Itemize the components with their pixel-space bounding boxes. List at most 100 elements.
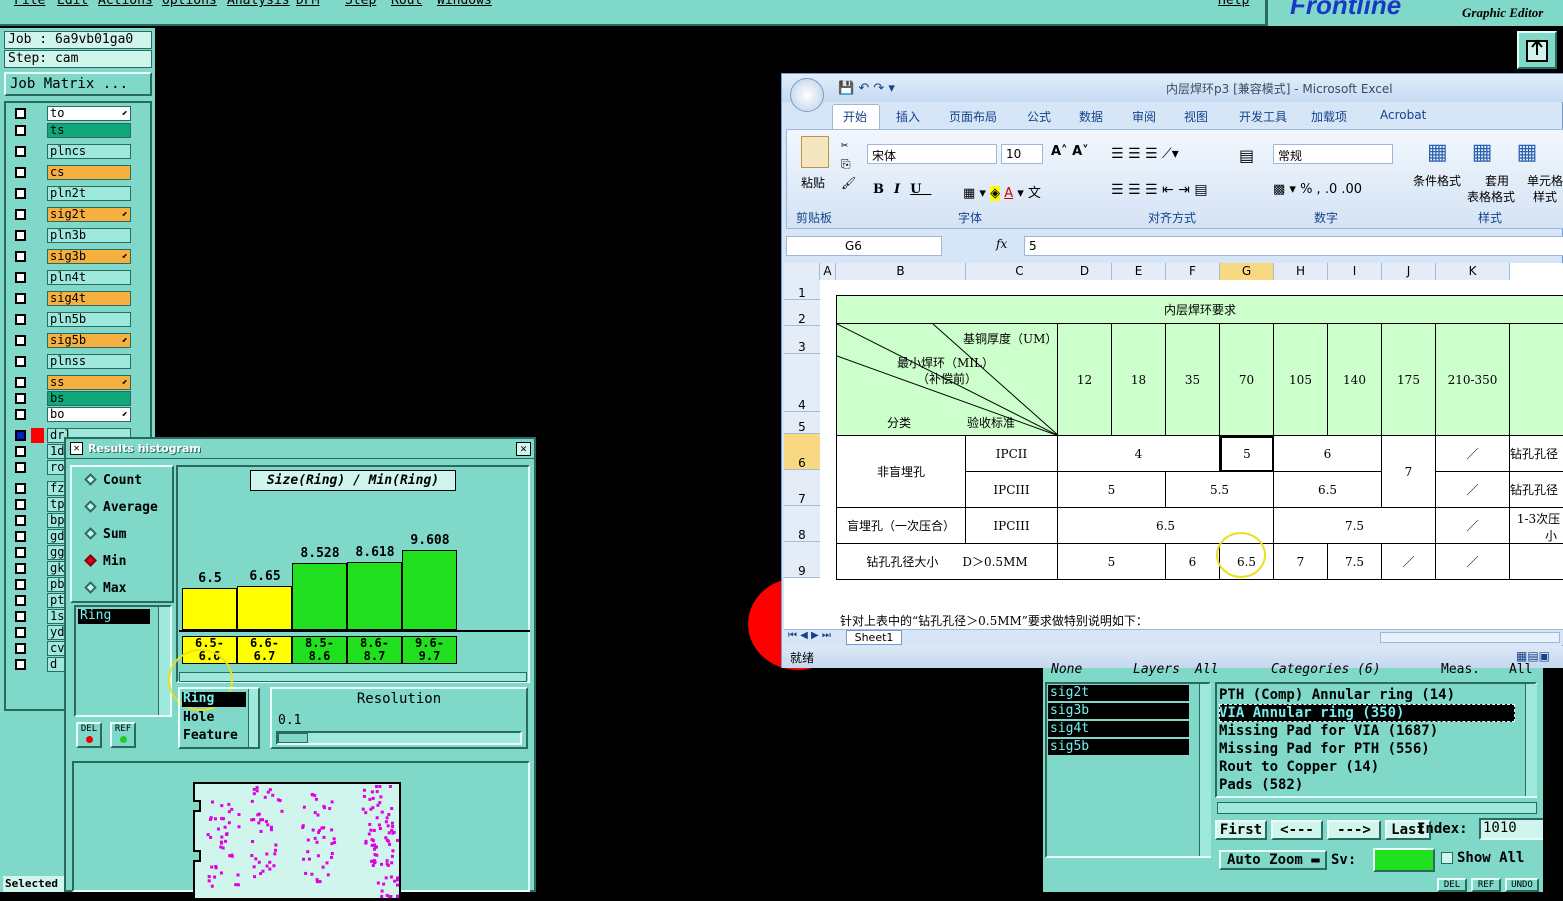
layer-row-pln4t[interactable]: pln4t [13, 269, 131, 286]
thickness-cell[interactable]: 12 [1058, 324, 1112, 436]
menu-file[interactable]: File [14, 0, 45, 8]
mode-ring[interactable]: Ring [182, 692, 246, 707]
ipc3-blind-cell[interactable]: IPCIII [966, 508, 1058, 544]
layer-row-pln3b[interactable]: pln3b [13, 227, 131, 244]
rpanel-ref-button[interactable]: REF [1471, 878, 1501, 892]
category-4[interactable]: Rout to Copper (14) [1219, 759, 1379, 775]
ribbon-tab[interactable]: 数据 [1079, 108, 1103, 125]
drill-size-cell[interactable]: 钻孔孔径大小 D＞0.5MM [836, 544, 1058, 580]
layer-row-pln5b[interactable]: pln5b [13, 311, 131, 328]
column-header[interactable]: E [1112, 263, 1166, 280]
quick-access-icons[interactable]: 💾 ↶ ↷ ▾ [838, 81, 895, 96]
thickness-cell[interactable]: 210-350 [1436, 324, 1510, 436]
layer-row-sig5b[interactable]: sig5b ⬋ [13, 332, 131, 349]
histogram-bar[interactable] [182, 588, 237, 630]
category-2[interactable]: Missing Pad for VIA (1687) [1219, 723, 1438, 739]
sheet-nav-arrows[interactable]: ⏮ ◀ ▶ ⏭ [788, 630, 831, 641]
layer-row-ss[interactable]: ss ⬋ [13, 374, 131, 391]
table-format-1[interactable]: 套用 [1485, 172, 1509, 189]
show-all-checkbox[interactable] [1441, 852, 1453, 864]
border-fill-color-icons[interactable]: ▦ ▾ ◈ A ▾ 文 [963, 182, 1041, 201]
r7-right-cell[interactable]: 钻孔孔径 [1510, 472, 1563, 508]
layer-row-sig3b[interactable]: sig3b ⬋ [13, 248, 131, 265]
r6-slash-cell[interactable]: ／ [1436, 436, 1510, 472]
export-button[interactable] [1517, 31, 1557, 69]
layer-name[interactable]: pln3b [47, 228, 131, 243]
layer-checkbox[interactable] [15, 209, 26, 220]
r6-right-cell[interactable]: 钻孔孔径 [1510, 436, 1563, 472]
result-layer-3[interactable]: sig5b [1048, 739, 1189, 755]
next-button[interactable]: ---> [1327, 820, 1381, 840]
paste-label[interactable]: 粘贴 [801, 174, 825, 191]
r6-d-cell[interactable]: 7 [1382, 436, 1436, 508]
thickness-cell-extra[interactable] [1510, 324, 1563, 436]
layer-checkbox[interactable] [15, 409, 26, 420]
layer-row-bs[interactable]: bs [13, 390, 131, 407]
name-box[interactable]: G6 [786, 236, 942, 256]
layer-name[interactable]: pln2t [47, 186, 131, 201]
layer-name[interactable]: pln4t [47, 270, 131, 285]
attribute-ring[interactable]: Ring [78, 609, 150, 624]
category-1[interactable]: VIA Annular ring (350) [1219, 705, 1404, 721]
none-button[interactable]: None [1051, 662, 1082, 677]
paste-icon[interactable] [801, 136, 829, 168]
column-header[interactable]: H [1274, 263, 1328, 280]
row-header[interactable]: 5 [784, 412, 820, 434]
menu-options[interactable]: Options [162, 0, 217, 8]
class-nonburied-cell[interactable]: 非盲埋孔 [836, 436, 966, 508]
first-button[interactable]: First [1215, 820, 1267, 840]
layer-row-to[interactable]: to ⬋ [13, 105, 131, 122]
select-all-corner[interactable] [784, 263, 820, 280]
table-format-2[interactable]: 表格格式 [1467, 188, 1515, 205]
r9-cell[interactable]: 5 [1058, 544, 1166, 580]
layer-name[interactable]: sig4t [47, 291, 131, 306]
layer-checkbox[interactable] [15, 167, 26, 178]
mode-hole[interactable]: Hole [183, 710, 214, 725]
result-layer-0[interactable]: sig2t [1048, 685, 1189, 701]
font-name-select[interactable]: 宋体 [867, 144, 997, 164]
del-button[interactable]: DEL [76, 722, 102, 748]
r9-cell[interactable]: ／ [1382, 544, 1436, 580]
menu-edit[interactable]: Edit [57, 0, 88, 8]
layer-checkbox[interactable] [15, 547, 26, 558]
row-header[interactable]: 3 [784, 326, 820, 354]
layer-checkbox[interactable] [15, 499, 26, 510]
layer-checkbox[interactable] [15, 356, 26, 367]
r8-b-cell[interactable]: 7.5 [1274, 508, 1436, 544]
office-button[interactable] [790, 78, 824, 112]
layer-name[interactable]: to ⬋ [47, 106, 131, 121]
layer-row-sig2t[interactable]: sig2t ⬋ [13, 206, 131, 223]
cell-style-2[interactable]: 样式 [1533, 188, 1557, 205]
menu-step[interactable]: Step [345, 0, 376, 8]
layer-checkbox[interactable] [15, 108, 26, 119]
layer-checkbox[interactable] [15, 314, 26, 325]
column-header[interactable]: F [1166, 263, 1220, 280]
sum-radio[interactable]: Sum [84, 527, 126, 542]
r7-c-cell[interactable]: 6.5 [1274, 472, 1382, 508]
ribbon-tab[interactable]: 开始 [843, 108, 867, 125]
row-header[interactable]: 9 [784, 542, 820, 578]
ribbon-tab[interactable]: 开发工具 [1239, 108, 1287, 125]
layer-name[interactable]: sig5b ⬋ [47, 333, 131, 348]
header-diagonal-cell[interactable]: 基铜厚度（UM） 最小焊环（MIL） （补偿前） 分类 验收标准 [836, 324, 1059, 436]
rpanel-del-button[interactable]: DEL [1437, 878, 1467, 892]
row-header[interactable]: 1 [784, 280, 820, 300]
menu-rout[interactable]: Rout [391, 0, 422, 8]
histogram-bar[interactable] [237, 586, 292, 630]
ribbon-tab[interactable]: 页面布局 [949, 108, 997, 125]
layer-row-cs[interactable]: cs [13, 164, 131, 181]
row-header[interactable]: 8 [784, 506, 820, 542]
column-header[interactable]: J [1382, 263, 1436, 280]
layer-row-pln2t[interactable]: pln2t [13, 185, 131, 202]
meas-all-button[interactable]: All [1509, 662, 1532, 677]
row-header[interactable]: 4 [784, 354, 820, 412]
ribbon-tab[interactable]: 插入 [896, 108, 920, 125]
column-header[interactable]: K [1436, 263, 1510, 280]
layer-checkbox[interactable] [15, 188, 26, 199]
layer-checkbox[interactable] [15, 627, 26, 638]
category-0[interactable]: PTH (Comp) Annular ring (14) [1219, 687, 1455, 703]
r9-cell[interactable]: ／ [1436, 544, 1510, 580]
grow-shrink-font-icons[interactable]: A˄ A˅ [1051, 144, 1089, 159]
ribbon-tab[interactable]: 审阅 [1132, 108, 1156, 125]
job-matrix-button[interactable]: Job Matrix ... [4, 72, 152, 96]
